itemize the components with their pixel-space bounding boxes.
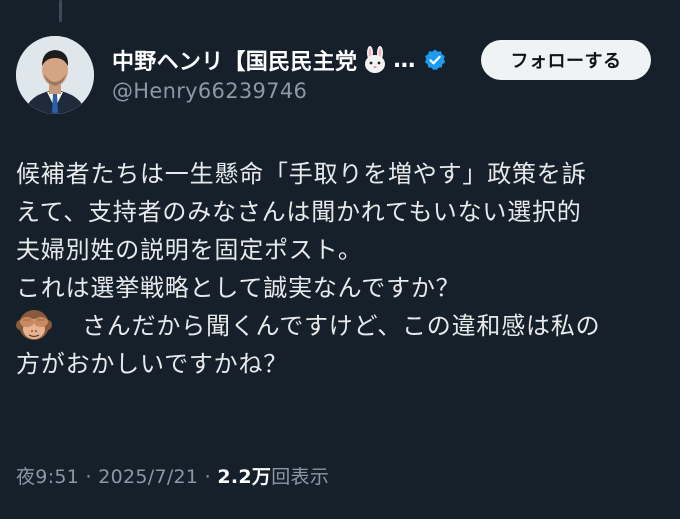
rabbit-icon — [361, 46, 389, 74]
meta-separator: · — [198, 466, 218, 488]
body-line: 夫婦別姓の説明を固定ポスト。 — [16, 236, 363, 264]
body-line-text: さんだから聞くんですけど、この違和感は私の — [82, 312, 601, 340]
body-line: えて、支持者のみなさんは聞かれてもいない選択的 — [16, 198, 582, 226]
see-no-evil-monkey-icon — [16, 307, 82, 341]
avatar[interactable] — [16, 36, 94, 114]
views-label: 回表示 — [271, 466, 330, 488]
tweet-time[interactable]: 夜9:51 — [16, 466, 79, 488]
verified-badge-icon — [423, 48, 447, 72]
tweet-meta: 夜9:51 · 2025/7/21 · 2.2万回表示 — [16, 462, 329, 489]
tweet-container: 中野ヘンリ【国民民主党 … @Henry66239746 フォローする 候補者た… — [0, 0, 680, 519]
name-ellipsis: … — [393, 47, 416, 73]
follow-button[interactable]: フォローする — [481, 40, 651, 80]
tweet-body: 候補者たちは一生懸命「手取りを増やす」政策を訴 えて、支持者のみなさんは聞かれて… — [16, 155, 666, 383]
author-name-row[interactable]: 中野ヘンリ【国民民主党 … — [112, 44, 447, 76]
views-count[interactable]: 2.2万 — [217, 466, 271, 488]
author-handle[interactable]: @Henry66239746 — [112, 79, 307, 103]
author-display-name[interactable]: 中野ヘンリ【国民民主党 — [112, 44, 357, 76]
tweet-date[interactable]: 2025/7/21 — [98, 466, 198, 488]
body-line: 候補者たちは一生懸命「手取りを増やす」政策を訴 — [16, 160, 587, 188]
thread-connector-line — [59, 0, 62, 22]
body-line: これは選挙戦略として誠実なんですか？ — [16, 274, 461, 302]
meta-separator: · — [79, 466, 99, 488]
body-line-with-emoji: さんだから聞くんですけど、この違和感は私の — [16, 307, 666, 345]
body-line: 方がおかしいですかね？ — [16, 350, 289, 378]
